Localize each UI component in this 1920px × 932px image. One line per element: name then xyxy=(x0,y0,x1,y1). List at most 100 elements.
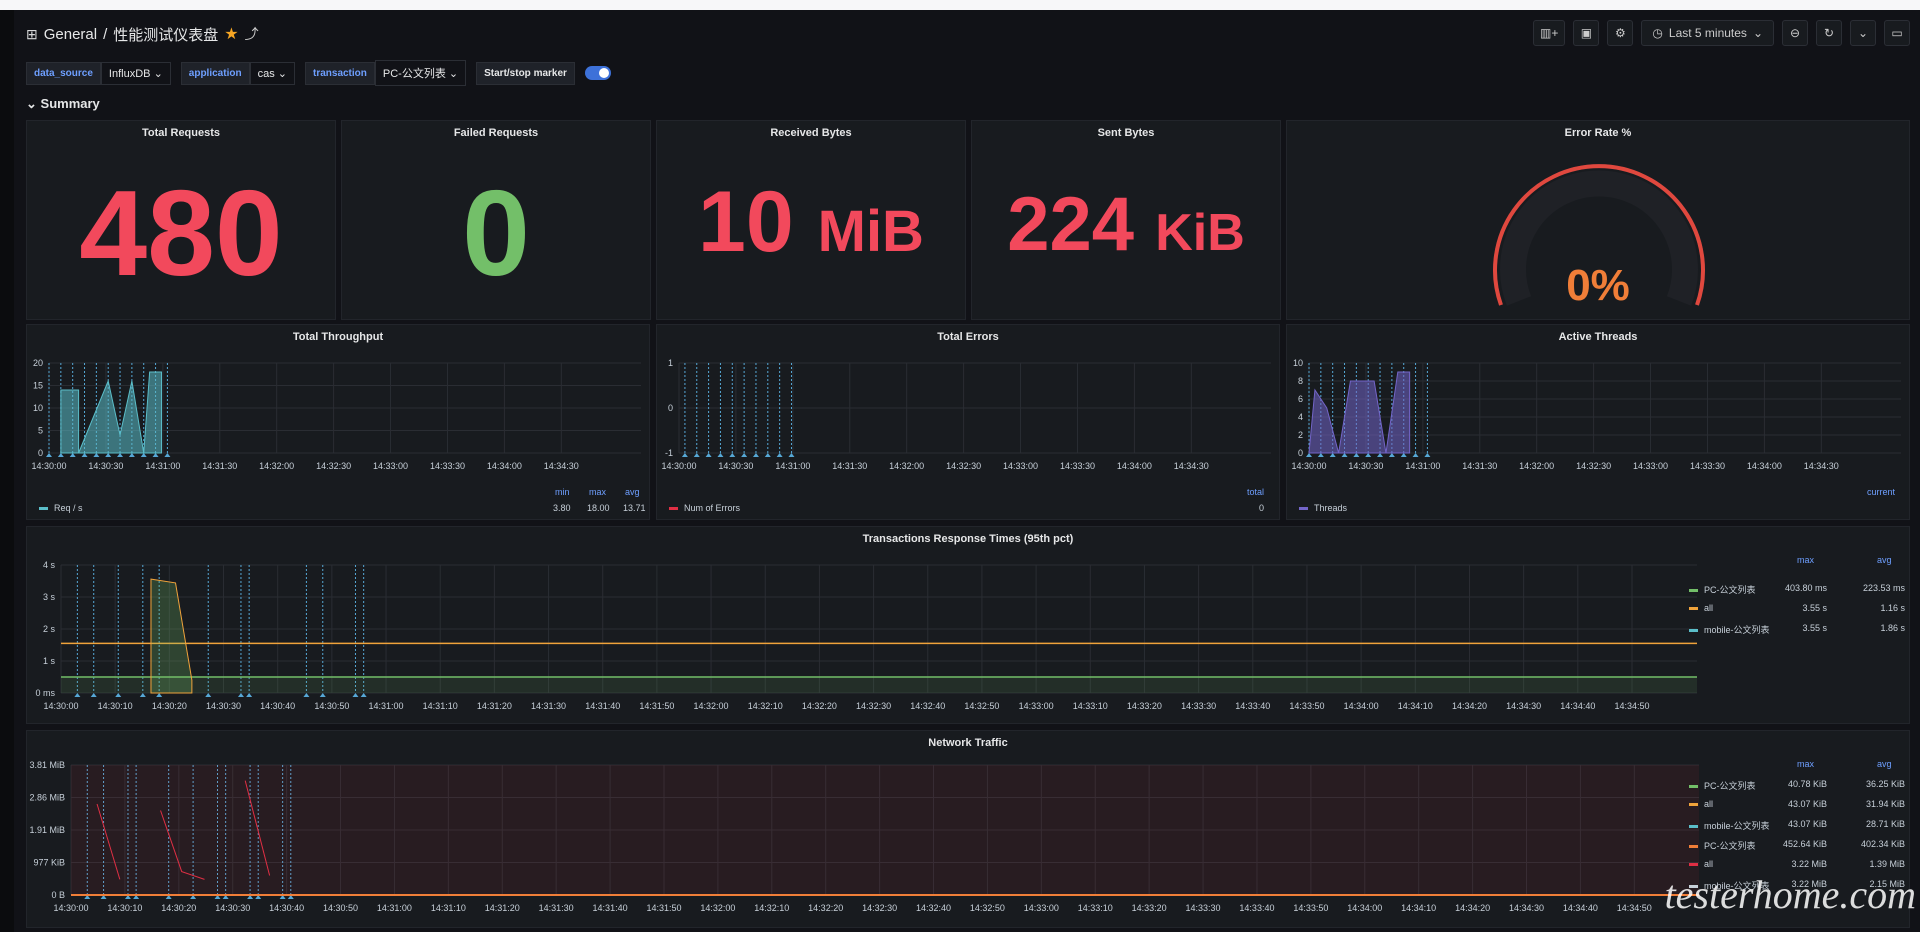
x-tick-label: 14:30:00 xyxy=(53,903,88,913)
y-tick-label: 977 KiB xyxy=(33,858,65,868)
x-tick-label: 14:33:30 xyxy=(1181,701,1216,711)
refresh-button[interactable]: ↻ xyxy=(1816,20,1842,46)
annotation-marker-icon xyxy=(729,453,736,457)
start-stop-marker-toggle[interactable] xyxy=(584,66,611,80)
panel-total-throughput[interactable]: Total Throughput 0 5 10 15 20 14:30:00 14:30:3… xyxy=(26,324,650,520)
legend-item[interactable]: mobile-公文列表 xyxy=(1689,623,1770,636)
panel-network-traffic[interactable]: Network Traffic 0 B 977 KiB 1.91 MiB 2.86 M… xyxy=(26,730,1910,928)
panel-received-bytes[interactable]: Received Bytes 10 MiB xyxy=(656,120,966,320)
x-tick-label: 14:32:10 xyxy=(754,903,789,913)
annotation-marker-icon xyxy=(140,453,147,457)
panel-active-threads[interactable]: Active Threads 0 2 4 6 8 10 14:30:00 14:30:30 14… xyxy=(1286,324,1910,520)
x-tick-label: 14:30:00 xyxy=(43,701,78,711)
annotation-marker-icon xyxy=(164,453,171,457)
time-range-picker[interactable]: ◷ Last 5 minutes ⌄ xyxy=(1641,20,1774,46)
var-select-application[interactable]: cas ⌄ xyxy=(249,61,295,85)
series-area xyxy=(60,371,162,454)
x-tick-label: 14:33:00 xyxy=(1633,461,1668,471)
zoom-out-button[interactable]: ⊖ xyxy=(1782,20,1808,46)
y-tick-label: 10 xyxy=(33,403,43,413)
legend-item[interactable]: all xyxy=(1689,799,1713,809)
x-tick-label: 14:34:00 xyxy=(1347,903,1382,913)
y-tick-label: 1.91 MiB xyxy=(29,825,65,835)
x-tick-label: 14:33:10 xyxy=(1073,701,1108,711)
x-tick-label: 14:31:00 xyxy=(369,701,404,711)
legend-label: mobile-公文列表 xyxy=(1704,821,1770,831)
x-tick-label: 14:34:20 xyxy=(1452,701,1487,711)
panel-sent-bytes[interactable]: Sent Bytes 224 KiB xyxy=(971,120,1281,320)
x-tick-label: 14:30:20 xyxy=(161,903,196,913)
y-tick-label: 1 xyxy=(668,358,673,368)
annotation-marker-icon xyxy=(246,693,253,697)
legend-swatch xyxy=(669,507,678,511)
panel-error-rate[interactable]: Error Rate % 0% xyxy=(1286,120,1910,320)
legend-swatch xyxy=(1689,863,1698,867)
x-tick-label: 14:34:30 xyxy=(1174,461,1209,471)
dashboard-header: ⊞ General / 性能测试仪表盘 ★ ⤴ xyxy=(26,22,259,46)
x-tick-label: 14:33:20 xyxy=(1132,903,1167,913)
legend-swatch xyxy=(1689,803,1698,807)
panel-total-requests[interactable]: Total Requests 480 xyxy=(26,120,336,320)
legend-item[interactable]: Req / s xyxy=(39,503,83,513)
star-icon[interactable]: ★ xyxy=(224,24,238,44)
x-tick-label: 14:32:30 xyxy=(1576,461,1611,471)
x-tick-label: 14:32:40 xyxy=(910,701,945,711)
annotation-marker-icon xyxy=(128,453,135,457)
legend-avg: 402.34 KiB xyxy=(1860,839,1905,849)
tv-mode-button[interactable]: ▭ xyxy=(1884,20,1910,46)
annotation-marker-icon xyxy=(93,453,100,457)
x-tick-label: 14:33:00 xyxy=(373,461,408,471)
breadcrumb-home[interactable]: General xyxy=(44,26,97,43)
legend-item[interactable]: PC-公文列表 xyxy=(1689,779,1756,792)
dashboard-toolbar: ▥+ ▣ ⚙ ◷ Last 5 minutes ⌄ ⊖ ↻ ⌄ ▭ xyxy=(1533,20,1910,46)
legend-item[interactable]: all xyxy=(1689,603,1713,613)
annotation-marker-icon xyxy=(764,453,771,457)
refresh-interval-button[interactable]: ⌄ xyxy=(1850,20,1876,46)
panel-response-times[interactable]: Transactions Response Times (95th pct) 0… xyxy=(26,526,1910,724)
legend-item[interactable]: Num of Errors xyxy=(669,503,740,513)
legend-item[interactable]: PC-公文列表 xyxy=(1689,839,1756,852)
legend-max: 403.80 ms xyxy=(1784,583,1827,593)
legend-item[interactable]: mobile-公文列表 xyxy=(1689,819,1770,832)
x-tick-label: 14:30:50 xyxy=(314,701,349,711)
legend-item[interactable]: Threads xyxy=(1299,503,1347,513)
x-tick-label: 14:32:20 xyxy=(808,903,843,913)
legend-max: 43.07 KiB xyxy=(1787,819,1827,829)
annotation-marker-icon xyxy=(1365,453,1372,457)
x-tick-label: 14:32:30 xyxy=(862,903,897,913)
y-tick-label: 3 s xyxy=(43,592,56,602)
legend-avg: 1.39 MiB xyxy=(1869,859,1905,869)
y-tick-label: -1 xyxy=(665,448,673,458)
share-icon[interactable]: ⤴ xyxy=(245,24,259,44)
legend-label: Num of Errors xyxy=(684,503,741,513)
x-tick-label: 14:33:00 xyxy=(1003,461,1038,471)
browser-top-strip xyxy=(0,0,1920,10)
panel-failed-requests[interactable]: Failed Requests 0 xyxy=(341,120,651,320)
save-button[interactable]: ▣ xyxy=(1573,20,1600,46)
chevron-down-icon: ⌄ xyxy=(277,67,287,80)
var-select-transaction[interactable]: PC-公文列表 ⌄ xyxy=(374,60,467,86)
x-tick-label: 14:30:40 xyxy=(260,701,295,711)
dashboards-grid-icon[interactable]: ⊞ xyxy=(26,26,38,43)
x-tick-label: 14:33:40 xyxy=(1235,701,1270,711)
x-tick-label: 14:32:50 xyxy=(964,701,999,711)
x-tick-label: 14:33:30 xyxy=(1690,461,1725,471)
y-tick-label: 10 xyxy=(1293,358,1303,368)
row-summary[interactable]: ⌄ Summary xyxy=(26,96,100,112)
x-tick-label: 14:31:20 xyxy=(477,701,512,711)
x-tick-label: 14:30:00 xyxy=(661,461,696,471)
legend-swatch xyxy=(1689,825,1698,829)
gauge-value: 0% xyxy=(1566,261,1630,310)
x-tick-label: 14:31:50 xyxy=(639,701,674,711)
page-title[interactable]: 性能测试仪表盘 xyxy=(113,24,218,45)
settings-button[interactable]: ⚙ xyxy=(1607,20,1634,46)
x-tick-label: 14:34:00 xyxy=(1747,461,1782,471)
add-panel-button[interactable]: ▥+ xyxy=(1533,20,1566,46)
annotation-marker-icon xyxy=(57,453,64,457)
x-tick-label: 14:34:50 xyxy=(1614,701,1649,711)
var-select-data-source[interactable]: InfluxDB ⌄ xyxy=(100,61,171,85)
panel-total-errors[interactable]: Total Errors -1 0 1 14:30:00 14:30:30 14:31:0… xyxy=(656,324,1280,520)
stat-value-wrap: 224 KiB xyxy=(972,181,1280,268)
legend-item[interactable]: PC-公文列表 xyxy=(1689,583,1756,596)
legend-item[interactable]: all xyxy=(1689,859,1713,869)
